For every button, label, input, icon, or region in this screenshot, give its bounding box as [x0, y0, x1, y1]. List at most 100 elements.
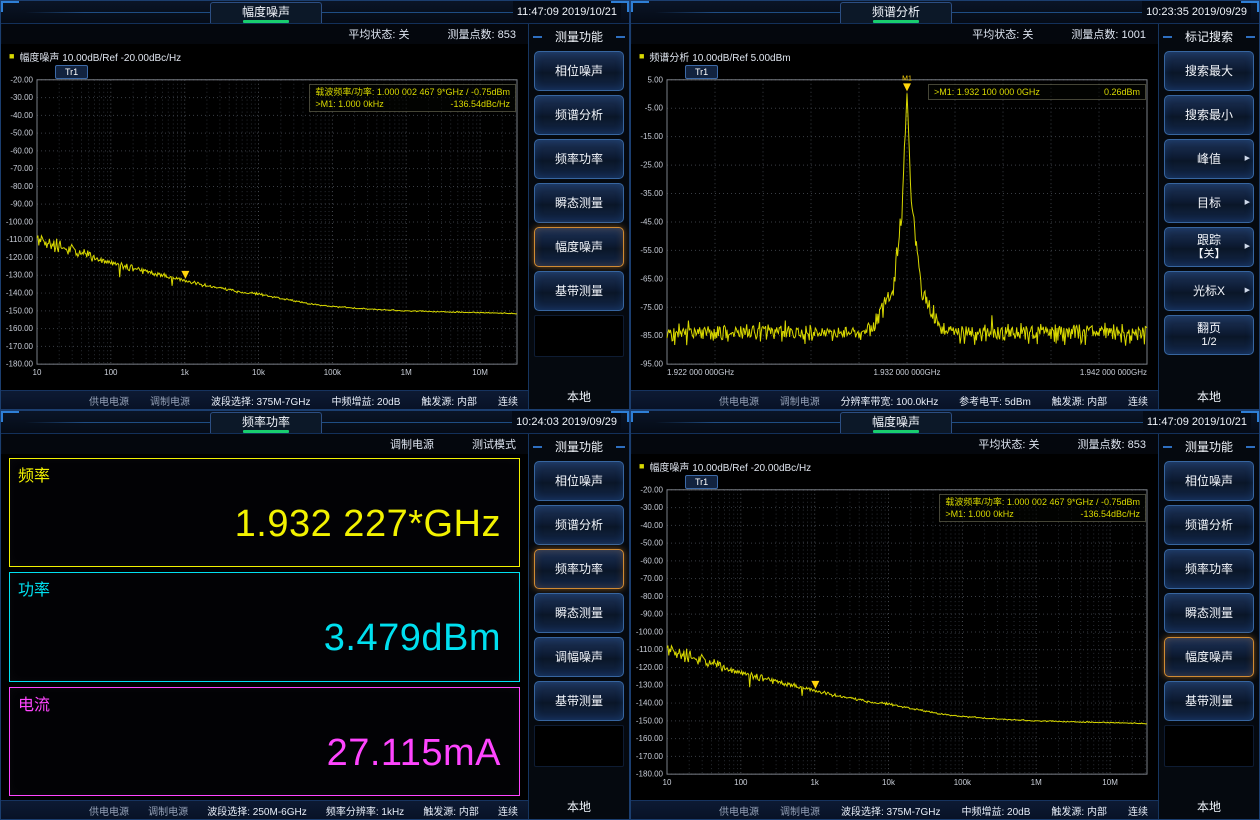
menu-button[interactable]: 幅度噪声 — [1164, 637, 1254, 677]
menu-button[interactable]: 目标▶ — [1164, 183, 1254, 223]
menu-button[interactable]: 峰值▶ — [1164, 139, 1254, 179]
svg-text:10k: 10k — [252, 368, 265, 377]
submenu-arrow-icon: ▶ — [1245, 243, 1250, 251]
menu-button[interactable]: 频率功率 — [534, 549, 624, 589]
svg-text:1M: 1M — [401, 368, 412, 377]
titlebar: 幅度噪声 11:47:09 2019/10/21 — [1, 1, 629, 24]
menu-button[interactable]: 搜索最小 — [1164, 95, 1254, 135]
menu-button[interactable]: 频谱分析 — [534, 505, 624, 545]
marker-readout: >M1: 1.932 100 000 0GHz 0.26dBm — [928, 84, 1146, 100]
svg-text:100k: 100k — [324, 368, 341, 377]
svg-text:-55.00: -55.00 — [640, 246, 663, 255]
menu-button-label: 幅度噪声 — [1185, 650, 1233, 664]
svg-text:-60.00: -60.00 — [10, 146, 33, 155]
status-row: 平均状态: 关测量点数: 853 — [1, 24, 528, 44]
menu-button[interactable]: 光标X▶ — [1164, 271, 1254, 311]
menu-button[interactable]: 瞬态测量 — [1164, 593, 1254, 633]
svg-text:-110.00: -110.00 — [636, 645, 663, 654]
menu-button[interactable]: 基带测量 — [534, 681, 624, 721]
menu-button[interactable]: 频率功率 — [534, 139, 624, 179]
svg-text:10: 10 — [663, 778, 672, 787]
status-bar-item: 触发源: 内部 — [423, 803, 479, 818]
panel-body: 调制电源测试模式 频率 1.932 227*GHz 功率 3.479dBm 电流… — [1, 434, 629, 819]
svg-text:-15.00: -15.00 — [640, 132, 663, 141]
menu-button[interactable]: 频谱分析 — [534, 95, 624, 135]
status-field: 测量点数: 853 — [448, 26, 516, 42]
svg-text:-120.00: -120.00 — [636, 663, 664, 672]
menu-button[interactable]: 频率功率 — [1164, 549, 1254, 589]
menu-button[interactable]: 调幅噪声 — [534, 637, 624, 677]
menu-items: 相位噪声频谱分析频率功率瞬态测量调幅噪声基带测量 — [529, 459, 629, 769]
active-tab-indicator — [873, 20, 919, 23]
menu-button[interactable]: 瞬态测量 — [534, 183, 624, 223]
svg-text:M1: M1 — [902, 75, 912, 82]
svg-text:10M: 10M — [472, 368, 488, 377]
svg-text:-40.00: -40.00 — [640, 521, 663, 530]
trace-tab[interactable]: Tr1 — [685, 475, 718, 489]
status-bar-item: 连续 — [1128, 393, 1148, 408]
svg-text:-95.00: -95.00 — [640, 360, 663, 369]
menu-button-label: 基带测量 — [555, 284, 603, 298]
svg-text:-45.00: -45.00 — [640, 217, 663, 226]
measurement-tab[interactable]: 频谱分析 — [840, 2, 952, 23]
trace-tab[interactable]: Tr1 — [685, 65, 718, 79]
clock: 10:24:03 2019/09/29 — [512, 411, 621, 433]
menu-button-label: 瞬态测量 — [555, 196, 603, 210]
status-bar-item: 波段选择: 375M-7GHz — [841, 803, 940, 818]
menu-button-label: 相位噪声 — [555, 474, 603, 488]
svg-text:-180.00: -180.00 — [636, 770, 664, 779]
measurement-tab-label: 频谱分析 — [872, 5, 920, 19]
svg-text:-40.00: -40.00 — [10, 111, 33, 120]
power-readout-label: 功率 — [18, 576, 511, 600]
menu-button[interactable]: 跟踪【关】▶ — [1164, 227, 1254, 267]
measurement-readouts: 频率 1.932 227*GHz 功率 3.479dBm 电流 27.115mA — [1, 454, 528, 800]
status-field: 测量点数: 1001 — [1071, 26, 1146, 42]
menu-empty-slot — [1164, 725, 1254, 767]
menu-button[interactable]: 搜索最大 — [1164, 51, 1254, 91]
menu-button-label: 频率功率 — [555, 152, 603, 166]
carrier-readout: 载波频率/功率: 1.000 002 467 9*GHz / -0.75dBm — [945, 496, 1140, 508]
svg-text:-80.00: -80.00 — [640, 592, 663, 601]
svg-text:-90.00: -90.00 — [10, 200, 33, 209]
menu-button-label: 光标X — [1193, 284, 1225, 298]
panel-body: 平均状态: 关测量点数: 1001 5.00-5.00-15.00-25.00-… — [631, 24, 1259, 409]
menu-button[interactable]: 相位噪声 — [1164, 461, 1254, 501]
svg-text:-70.00: -70.00 — [10, 164, 33, 173]
status-bar-item: 连续 — [498, 803, 518, 818]
menu-button[interactable]: 频谱分析 — [1164, 505, 1254, 545]
menu-button[interactable]: 幅度噪声 — [534, 227, 624, 267]
measurement-tab-label: 频率功率 — [242, 415, 290, 429]
status-bar-item: 调制电源 — [780, 803, 820, 818]
svg-text:1.922 000 000GHz: 1.922 000 000GHz — [667, 368, 734, 377]
svg-text:-20.00: -20.00 — [10, 75, 33, 84]
svg-text:-85.00: -85.00 — [640, 331, 663, 340]
softkey-menu: 测量功能 相位噪声频谱分析频率功率瞬态测量幅度噪声基带测量 本地 — [529, 24, 629, 409]
menu-button-label: 跟踪 — [1197, 233, 1221, 247]
status-row: 平均状态: 关测量点数: 853 — [631, 434, 1158, 454]
menu-button-label: 基带测量 — [1185, 694, 1233, 708]
status-field: 平均状态: 关 — [978, 436, 1039, 452]
softkey-menu: 测量功能 相位噪声频谱分析频率功率瞬态测量调幅噪声基带测量 本地 — [529, 434, 629, 819]
readout-content: 调制电源测试模式 频率 1.932 227*GHz 功率 3.479dBm 电流… — [1, 434, 529, 819]
menu-button[interactable]: 翻页1/2 — [1164, 315, 1254, 355]
plot-area: 5.00-5.00-15.00-25.00-35.00-45.00-55.00-… — [631, 44, 1158, 390]
menu-button[interactable]: 基带测量 — [1164, 681, 1254, 721]
menu-button[interactable]: 瞬态测量 — [534, 593, 624, 633]
frequency-readout: 频率 1.932 227*GHz — [9, 458, 520, 567]
measurement-tab[interactable]: 幅度噪声 — [840, 412, 952, 433]
svg-text:5.00: 5.00 — [647, 75, 663, 84]
svg-text:100: 100 — [734, 778, 748, 787]
menu-button[interactable]: 基带测量 — [534, 271, 624, 311]
menu-button[interactable]: 相位噪声 — [534, 51, 624, 91]
status-bar-item: 触发源: 内部 — [1052, 393, 1108, 408]
measurement-tab-label: 幅度噪声 — [872, 415, 920, 429]
measurement-tab[interactable]: 幅度噪声 — [210, 2, 322, 23]
marker-readout: 载波频率/功率: 1.000 002 467 9*GHz / -0.75dBm … — [309, 84, 516, 112]
svg-text:-140.00: -140.00 — [6, 289, 34, 298]
status-bar-item: 触发源: 内部 — [1051, 803, 1107, 818]
plot-area: -20.00-30.00-40.00-50.00-60.00-70.00-80.… — [1, 44, 528, 390]
menu-button[interactable]: 相位噪声 — [534, 461, 624, 501]
measurement-tab[interactable]: 频率功率 — [210, 412, 322, 433]
trace-tab[interactable]: Tr1 — [55, 65, 88, 79]
svg-text:-140.00: -140.00 — [636, 699, 664, 708]
